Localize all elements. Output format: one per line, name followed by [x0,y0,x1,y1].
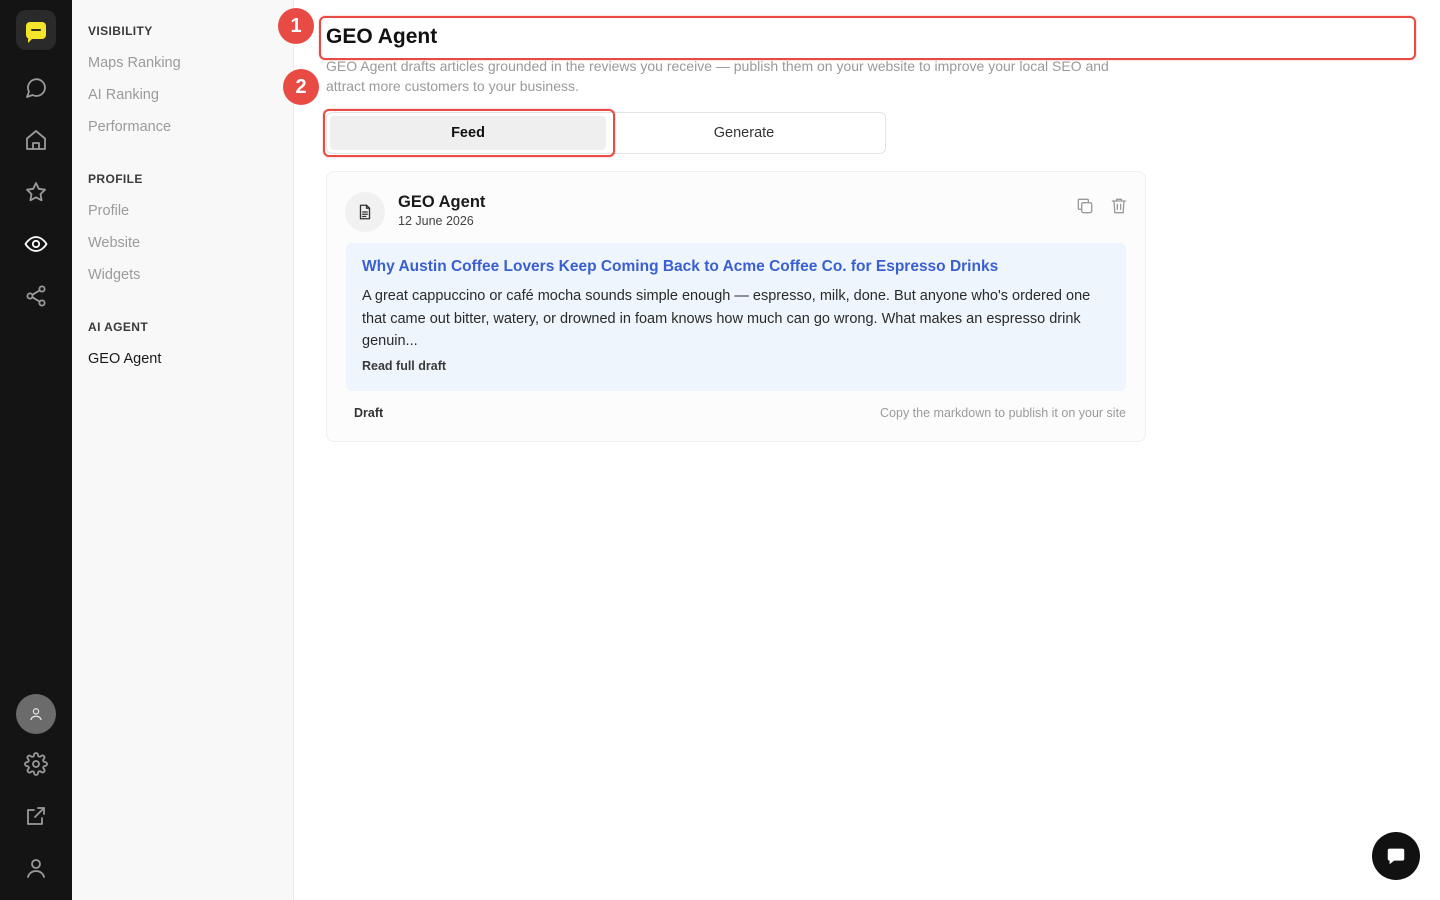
card-date: 12 June 2026 [398,214,474,228]
sidebar-item-geo-agent[interactable]: GEO Agent [88,351,161,367]
home-icon[interactable] [16,120,56,160]
icon-rail [0,0,72,900]
sidebar-item-maps-ranking[interactable]: Maps Ranking [88,55,181,71]
section-title-ai-agent: AI AGENT [88,320,149,334]
sub-sidebar: VISIBILITY Maps Ranking AI Ranking Perfo… [72,0,294,900]
sidebar-item-ai-ranking[interactable]: AI Ranking [88,87,159,103]
main-content: GEO Agent GEO Agent drafts articles grou… [278,0,1440,900]
draft-preview[interactable]: Why Austin Coffee Lovers Keep Coming Bac… [346,243,1126,391]
annotation-box-2 [323,109,615,157]
chat-icon [1387,848,1405,865]
read-full-draft-link[interactable]: Read full draft [362,359,1110,373]
app-logo[interactable] [16,10,56,50]
card-actions [1075,196,1129,216]
card-title: GEO Agent [398,193,486,211]
chat-bubble-logo-icon [26,21,46,43]
app-window: VISIBILITY Maps Ranking AI Ranking Perfo… [0,0,1440,900]
avatar[interactable] [16,694,56,734]
messages-icon[interactable] [16,68,56,108]
share-icon[interactable] [16,276,56,316]
sidebar-item-performance[interactable]: Performance [88,119,171,135]
page-description: GEO Agent drafts articles grounded in th… [326,58,1109,94]
publish-hint: Copy the markdown to publish it on your … [880,406,1126,420]
draft-excerpt: A great cappuccino or café mocha sounds … [362,288,1091,349]
sidebar-item-profile[interactable]: Profile [88,203,129,219]
annotation-badge-2: 2 [283,69,319,105]
sidebar-item-website[interactable]: Website [88,235,140,251]
user-icon[interactable] [16,848,56,888]
draft-title[interactable]: Why Austin Coffee Lovers Keep Coming Bac… [362,257,1110,277]
status-badge: Draft [354,406,384,420]
trash-icon[interactable] [1109,196,1129,216]
copy-icon[interactable] [1075,196,1095,216]
user-avatar-icon [30,708,42,721]
eye-icon[interactable] [16,224,56,264]
annotation-badge-1: 1 [278,8,314,44]
support-chat-button[interactable] [1372,832,1420,880]
draft-card: GEO Agent 12 June 2026 Why Austin Coffee… [326,171,1146,442]
annotation-box-1 [319,16,1416,60]
tab-generate[interactable]: Generate [606,116,882,150]
section-title-profile: PROFILE [88,172,143,186]
section-title-visibility: VISIBILITY [88,24,153,38]
sidebar-item-widgets[interactable]: Widgets [88,267,140,283]
external-link-icon[interactable] [16,796,56,836]
settings-icon[interactable] [16,744,56,784]
document-icon [345,192,385,232]
star-icon[interactable] [16,172,56,212]
